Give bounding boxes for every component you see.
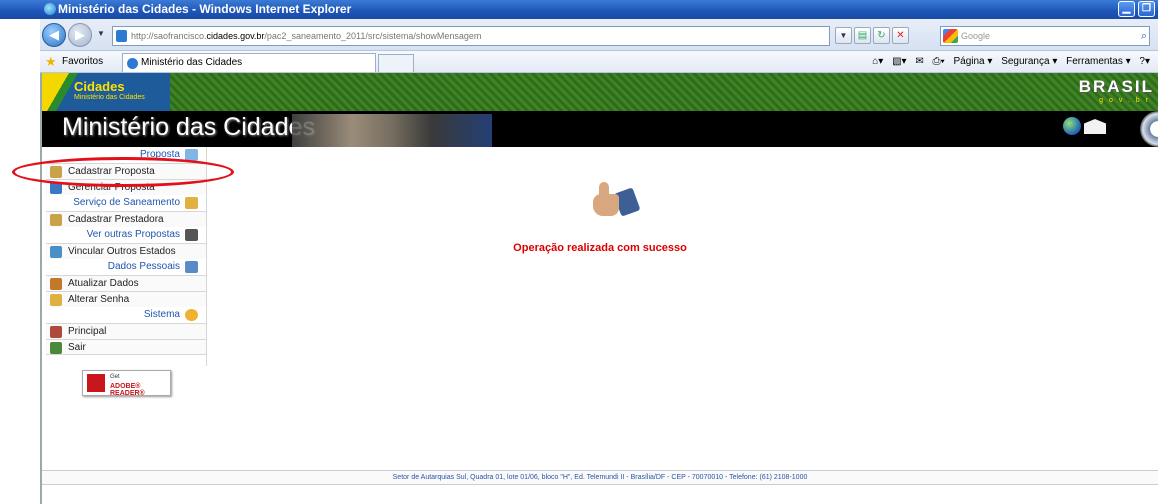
navigation-bar: ◀ ▶ ▼ http://saofrancisco.cidades.gov.br… [40,19,1158,51]
url-host: cidades.gov.br [206,31,265,41]
sidebar-item-label: Gerenciar Proposta [68,182,155,193]
adobe-pdf-icon [87,374,105,392]
home-icon[interactable]: ⌂▾ [872,56,883,67]
envelope-icon[interactable] [1084,119,1106,134]
sidebar-item-label: Cadastrar Prestadora [68,214,164,225]
sidebar-header-dados-pessoais: Dados Pessoais [46,259,206,275]
maximize-button[interactable]: ❐ [1138,1,1155,17]
gear-icon [185,309,198,321]
sidebar-item-label: Principal [68,326,107,337]
search-input[interactable]: Google ⌕ [940,26,1150,46]
search-placeholder: Google [961,31,991,41]
sidebar-header-proposta: Proposta [46,147,206,163]
sidebar-header-label: Sistema [143,309,180,320]
brasil-subtitle: gov.br [1099,97,1154,104]
site-title: Ministério das Cidades [62,113,315,141]
sidebar-item-label: Alterar Senha [68,294,130,305]
brasil-logo[interactable]: BRASIL [1079,77,1154,97]
register-icon [50,166,62,178]
site-header: Ministério das Cidades [42,111,1158,147]
page-menu[interactable]: Página ▾ [953,56,992,67]
sidebar-item-gerenciar-proposta[interactable]: Gerenciar Proposta [46,179,206,195]
google-icon [943,29,958,43]
sidebar-item-label: Cadastrar Proposta [68,166,155,177]
gov-banner: Cidades Ministério das Cidades BRASIL go… [42,73,1158,111]
header-photo [292,114,492,147]
stop-icon[interactable]: ✕ [892,27,909,44]
sidebar-header-outras-propostas: Ver outras Propostas [46,227,206,243]
government-seal-icon [1140,111,1158,147]
page-frame: Ministério das Cidades - Windows Interne… [0,0,1158,504]
exit-door-icon [50,342,62,354]
sidebar-header-label: Proposta [139,149,180,160]
favorites-star-icon[interactable]: ★ [45,55,57,69]
mail-icon[interactable]: ✉ [915,56,923,67]
adobe-get-label: Get [110,374,120,380]
address-bar-input[interactable]: http://saofrancisco.cidades.gov.br/pac2_… [112,26,830,46]
sidebar-item-principal[interactable]: Principal [46,323,206,339]
sidebar-item-cadastrar-proposta[interactable]: Cadastrar Proposta [46,163,206,179]
sidebar-header-saneamento: Serviço de Saneamento [46,195,206,211]
proposal-icon [185,149,198,161]
sidebar-item-atualizar-dados[interactable]: Atualizar Dados [46,275,206,291]
cidades-logo[interactable]: Cidades Ministério das Cidades [42,73,170,111]
tab-title: Ministério das Cidades [141,57,243,68]
logo-title: Cidades [74,79,125,94]
sidebar-item-label: Sair [68,342,86,353]
print-icon[interactable]: ⎙▾ [932,56,944,67]
feeds-icon[interactable]: ▧▾ [892,56,906,67]
command-bar: ⌂▾ ▧▾ ✉ ⎙▾ Página ▾ Segurança ▾ Ferramen… [866,51,1150,73]
sidebar-item-cadastrar-prestadora[interactable]: Cadastrar Prestadora [46,211,206,227]
sidebar-item-alterar-senha[interactable]: Alterar Senha [46,291,206,307]
users-icon [50,278,62,290]
sidebar-item-sair[interactable]: Sair [46,339,206,355]
success-message: Operação realizada com sucesso [513,242,687,254]
address-dropdown-icon[interactable]: ▼ [835,27,852,44]
water-icon [185,197,198,209]
globe-icon[interactable] [1063,117,1081,135]
ie-logo-icon [44,3,56,15]
footer-address: Setor de Autarquias Sul, Quadra 01, lote… [42,470,1158,485]
lock-icon [50,294,62,306]
tools-menu[interactable]: Ferramentas ▾ [1066,56,1130,67]
new-tab-button[interactable] [378,54,414,72]
sidebar-header-label: Serviço de Saneamento [73,197,180,208]
get-adobe-reader-button[interactable]: Get ADOBE® READER® [82,370,171,397]
sidebar-header-label: Dados Pessoais [107,261,180,272]
url-prefix: http://saofrancisco. [131,31,207,41]
compatibility-view-icon[interactable]: ▤ [854,27,871,44]
help-icon[interactable]: ?▾ [1139,56,1150,67]
url-path: /pac2_saneamento_2011/src/sistema/showMe… [264,31,482,41]
page-icon [116,30,127,42]
home-icon [50,326,62,338]
tab-page-icon [127,58,138,69]
manage-icon [50,182,62,194]
sidebar-header-sistema: Sistema [46,307,206,323]
sidebar-header-label: Ver outras Propostas [86,229,180,240]
history-dropdown-icon[interactable]: ▼ [97,29,105,38]
security-menu[interactable]: Segurança ▾ [1001,56,1057,67]
register-icon [50,214,62,226]
forward-button[interactable]: ▶ [68,23,92,47]
minimize-button[interactable]: ▁ [1118,1,1135,17]
thumbs-up-icon [591,180,641,220]
adobe-reader-label: ADOBE® READER® [110,383,145,397]
refresh-icon[interactable]: ↻ [873,27,890,44]
user-icon [185,261,198,273]
logo-subtitle: Ministério das Cidades [74,94,145,101]
favorites-button[interactable]: Favoritos [62,51,103,73]
tab-ministerio[interactable]: Ministério das Cidades [122,53,376,72]
window-title: Ministério das Cidades - Windows Interne… [58,2,352,16]
binoculars-icon [185,229,198,241]
sidebar-item-label: Atualizar Dados [68,278,139,289]
search-icon[interactable]: ⌕ [1141,29,1147,43]
favorites-bar: ★ Favoritos Ministério das Cidades ⌂▾ ▧▾… [40,51,1158,73]
back-button[interactable]: ◀ [42,23,66,47]
window-titlebar: Ministério das Cidades - Windows Interne… [0,0,1158,19]
